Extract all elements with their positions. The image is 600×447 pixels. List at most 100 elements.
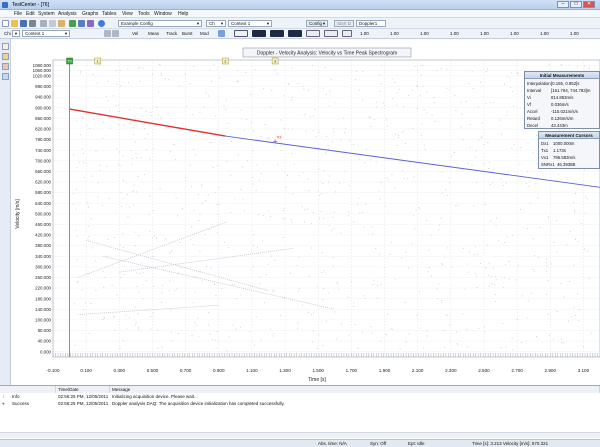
noise-dot xyxy=(282,217,284,219)
noise-dot xyxy=(419,95,421,97)
scale-button-8[interactable]: 1.00 xyxy=(570,31,579,37)
scale-button-4[interactable]: 1.00 xyxy=(450,31,459,37)
chart-icon[interactable] xyxy=(69,20,76,27)
save-icon[interactable] xyxy=(20,20,27,27)
menu-tables[interactable]: Tables xyxy=(102,11,116,17)
noise-dot xyxy=(471,71,473,73)
help-icon[interactable] xyxy=(98,20,105,27)
noise-dot xyxy=(256,164,258,166)
log-header-type[interactable] xyxy=(0,386,56,393)
config-button[interactable]: Config ▼ xyxy=(306,20,328,27)
noise-dot xyxy=(99,64,101,66)
noise-dot xyxy=(511,90,513,92)
noise-dot xyxy=(337,282,339,284)
menu-window[interactable]: Window xyxy=(154,11,172,17)
arrow-right-icon[interactable] xyxy=(112,30,119,37)
menu-view[interactable]: View xyxy=(122,11,133,17)
menu-analysis[interactable]: Analysis xyxy=(58,11,77,17)
marker-label: 2 xyxy=(224,60,226,64)
new-file-icon[interactable] xyxy=(2,20,9,27)
menu-file[interactable]: File xyxy=(14,11,22,17)
noise-dot xyxy=(495,279,497,281)
channel-select[interactable]: Ch ▼ xyxy=(206,20,226,27)
menu-help[interactable]: Help xyxy=(178,11,188,17)
initial-measurements-panel[interactable]: Initial Measurements Interpolation [0.165… xyxy=(524,71,600,129)
pointer-icon[interactable] xyxy=(2,43,9,50)
menu-system[interactable]: System xyxy=(38,11,55,17)
noise-dot xyxy=(325,93,327,95)
noise-dot xyxy=(472,87,474,89)
fit-tool-icon[interactable] xyxy=(270,30,284,37)
scale-tool-icon[interactable] xyxy=(324,30,338,37)
open-folder-icon[interactable] xyxy=(11,20,18,27)
menu-tools[interactable]: Tools xyxy=(138,11,150,17)
track-mode-button[interactable]: Track xyxy=(166,31,177,37)
table-icon[interactable] xyxy=(78,20,85,27)
doppler-select[interactable]: Doppler1 xyxy=(356,20,386,27)
grid-view-icon[interactable] xyxy=(342,30,352,37)
scale-button-1[interactable]: 1.00 xyxy=(360,31,369,37)
stack-tool-icon[interactable] xyxy=(306,30,320,37)
noise-dot xyxy=(139,273,141,274)
noise-dot xyxy=(537,256,539,258)
noise-dot xyxy=(225,108,227,110)
scale-button-5[interactable]: 1.00 xyxy=(480,31,489,37)
velocity-mode-button[interactable]: Vel xyxy=(132,31,138,37)
grid-tool-icon[interactable] xyxy=(288,30,302,37)
noise-dot xyxy=(179,242,181,243)
log-row[interactable]: ● Success 02:56:25 PM, 12/05/2011 Dopple… xyxy=(0,401,600,407)
menu-graphs[interactable]: Graphs xyxy=(82,11,98,17)
noise-dot xyxy=(556,220,557,221)
scale-button-6[interactable]: 1.00 xyxy=(510,31,519,37)
log-header-message[interactable]: Message xyxy=(110,386,600,393)
pan-tool-icon[interactable] xyxy=(252,30,266,37)
arrow-left-icon[interactable] xyxy=(104,30,111,37)
measure-mode-button[interactable]: Meas xyxy=(148,31,159,37)
paste-icon[interactable] xyxy=(58,20,65,27)
measure-tool-icon[interactable] xyxy=(2,53,9,60)
spectrogram-chart[interactable]: Doppler - Velocity Analysis: Velocity vs… xyxy=(11,39,600,385)
noise-dot xyxy=(455,109,457,111)
noise-dot xyxy=(357,348,359,350)
zoom-tool-icon[interactable] xyxy=(234,30,248,37)
burst-mode-button[interactable]: Burst xyxy=(182,31,193,37)
log-scrollbar[interactable] xyxy=(0,432,600,438)
noise-dot xyxy=(475,150,477,152)
log-row[interactable]: i Info 02:56:25 PM, 12/05/2011 Initializ… xyxy=(0,394,600,400)
context-select[interactable]: Context 1 ▼ xyxy=(228,20,272,27)
noise-dot xyxy=(491,283,493,285)
noise-dot xyxy=(215,347,217,349)
copy-icon[interactable] xyxy=(49,20,56,27)
measurement-cursors-panel[interactable]: Measurement Cursors Dx1 1000.000m Tx1 1.17… xyxy=(538,131,600,169)
scale-button-3[interactable]: 1.00 xyxy=(420,31,429,37)
noise-dot xyxy=(274,69,276,71)
cursor-tool-icon[interactable] xyxy=(218,30,225,37)
mod-mode-button[interactable]: Mod xyxy=(200,31,209,37)
scale-button-7[interactable]: 1.00 xyxy=(540,31,549,37)
config-select[interactable]: Example Config ▼ xyxy=(118,20,202,27)
noise-dot xyxy=(214,339,216,341)
panel-row: Interval [161.784, 744.783]m xyxy=(527,88,591,93)
menu-edit[interactable]: Edit xyxy=(26,11,35,17)
log-header-time[interactable]: Time/Date xyxy=(56,386,110,393)
marker-label: 3 xyxy=(274,60,276,64)
noise-dot xyxy=(307,311,309,313)
noise-dot xyxy=(91,247,93,249)
device-icon[interactable] xyxy=(87,20,94,27)
maximize-button[interactable]: □ xyxy=(570,1,582,8)
close-button[interactable]: ✕ xyxy=(583,1,595,8)
noise-dot xyxy=(380,83,382,85)
noise-dot xyxy=(441,301,443,303)
report-tool-icon[interactable] xyxy=(2,73,9,80)
print-icon[interactable] xyxy=(29,20,36,27)
noise-dot xyxy=(556,310,558,312)
annotate-tool-icon[interactable] xyxy=(2,63,9,70)
noise-dot xyxy=(290,99,292,101)
minimize-button[interactable]: – xyxy=(557,1,569,8)
noise-dot xyxy=(438,224,440,226)
channel-select-2[interactable]: ▼ xyxy=(12,30,20,37)
context-select-2[interactable]: Context 1 ▼ xyxy=(22,30,70,37)
start-daq-button[interactable]: Start D xyxy=(334,20,354,27)
cut-icon[interactable] xyxy=(40,20,47,27)
scale-button-2[interactable]: 1.00 xyxy=(390,31,399,37)
